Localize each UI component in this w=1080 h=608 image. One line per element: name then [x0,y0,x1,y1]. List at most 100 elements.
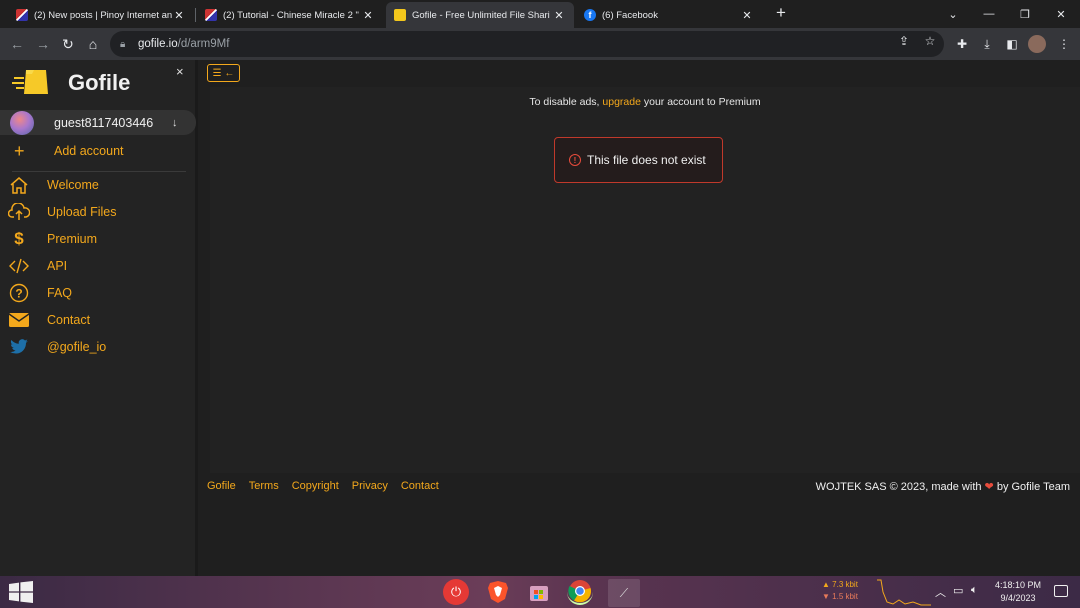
volume-icon[interactable]: 🔈︎ [971,584,978,597]
power-app-icon[interactable]: ⏻ [443,579,469,605]
chevron-up-icon[interactable]: ︿ [935,584,946,600]
sidebar-item-upload-files[interactable]: Upload Files [0,201,196,223]
sidebar-item-label: Upload Files [47,205,117,219]
footer-link-gofile[interactable]: Gofile [207,480,236,492]
clock-time: 4:18:10 PM [994,580,1042,590]
net-upload: ▲ 7.3 kbit [822,580,858,589]
tab-title: Gofile - Free Unlimited File Shari [412,9,550,21]
download-icon[interactable]: ⤓ [975,32,999,56]
usb-app-icon[interactable]: ⟋ [608,579,640,607]
sidebar-item-contact[interactable]: Contact [0,309,196,331]
close-tab-icon[interactable]: ✕ [552,9,566,22]
forward-icon[interactable]: → [31,32,55,56]
tab-strip: (2) New posts | Pinoy Internet an ✕ (2) … [0,0,1080,28]
page: Gofile × guest8117403446 ↓ + Add account… [0,60,1080,576]
clock-date: 9/4/2023 [1000,593,1036,603]
brave-browser-icon[interactable] [485,579,511,605]
heart-icon: ❤ [984,481,994,493]
sidebar-item-faq[interactable]: ? FAQ [0,282,196,304]
footer: Gofile Terms Copyright Privacy Contact W… [207,480,1080,500]
sidebar-item-label: Contact [47,313,91,327]
sidebar-item-api[interactable]: API [0,255,196,277]
tab-pinoy-internet[interactable]: (2) New posts | Pinoy Internet an ✕ [8,2,194,28]
tab-chinese-miracle[interactable]: (2) Tutorial - Chinese Miracle 2 " ✕ [197,2,383,28]
extensions-icon[interactable]: ✚ [950,32,974,56]
footer-link-terms[interactable]: Terms [249,480,279,492]
back-icon[interactable]: ← [5,32,29,56]
svg-text:?: ? [15,287,22,301]
ads-notice: To disable ads, upgrade your account to … [210,96,1080,108]
account-switcher[interactable]: guest8117403446 ↓ [0,110,196,135]
lock-icon: 🔒︎ [120,39,126,50]
plus-icon: + [14,141,25,161]
sidebar: Gofile × guest8117403446 ↓ + Add account… [0,60,198,576]
reload-icon[interactable]: ↻ [56,32,80,56]
tab-divider [195,8,196,22]
twitter-icon [8,337,30,357]
url-host: gofile.io [138,38,178,50]
sidebar-item-label: FAQ [47,286,73,300]
chrome-icon[interactable] [567,579,593,605]
sidebar-item-welcome[interactable]: Welcome [0,174,196,196]
sidebar-item-label: Premium [47,232,98,246]
home-icon[interactable]: ⌂ [81,32,105,56]
toggle-sidebar-button[interactable]: ☰ ← [207,64,240,82]
browser-toolbar: ← → ↻ ⌂ 🔒︎ gofile.io/d/arm9Mf ⇪ ☆ ✚ ⤓ ◧ … [0,28,1080,60]
network-graph [877,579,931,606]
close-window-icon[interactable]: ✕ [1043,0,1079,28]
menu-icon[interactable]: ⋮ [1052,32,1076,56]
upgrade-link[interactable]: upgrade [602,96,641,108]
footer-link-contact[interactable]: Contact [401,480,439,492]
ads-suffix: your account to Premium [640,96,761,108]
sidebar-item-label: API [47,259,68,273]
brand-name: Gofile [68,70,131,95]
close-tab-icon[interactable]: ✕ [172,9,186,22]
avatar [10,110,34,135]
cloud-upload-icon [8,202,30,222]
tab-facebook[interactable]: f (6) Facebook ✕ [576,2,762,28]
new-tab-button[interactable]: + [772,4,790,22]
notification-icon[interactable] [1054,585,1068,597]
envelope-icon [8,310,30,330]
shield-icon [16,9,28,21]
bookmark-star-icon[interactable]: ☆ [918,29,942,53]
net-download: ▼ 1.5 kbit [822,592,858,601]
tab-search-icon[interactable]: ⌄ [935,0,971,28]
minimize-icon[interactable]: — [971,0,1007,28]
network-icon[interactable]: ▭ [953,584,963,597]
gofile-logo-icon [12,70,48,94]
restore-icon[interactable]: ❐ [1007,0,1043,28]
windows-start-icon[interactable] [8,581,34,603]
side-panel-icon[interactable]: ◧ [1000,32,1024,56]
facebook-icon: f [584,9,596,21]
main-content: To disable ads, upgrade your account to … [210,87,1080,473]
tab-title: (6) Facebook [602,9,658,21]
system-clock[interactable]: 4:18:10 PM 9/4/2023 [988,579,1048,605]
share-icon[interactable]: ⇪ [892,29,916,53]
sidebar-item-label: Welcome [47,178,99,192]
add-account-label: Add account [54,144,124,158]
sidebar-item-twitter[interactable]: @gofile_io [0,336,196,358]
footer-links: Gofile Terms Copyright Privacy Contact [207,480,452,492]
footer-link-copyright[interactable]: Copyright [292,480,339,492]
address-bar[interactable]: 🔒︎ gofile.io/d/arm9Mf [110,31,944,57]
close-tab-icon[interactable]: ✕ [740,9,754,22]
tab-gofile[interactable]: Gofile - Free Unlimited File Shari ✕ [386,2,574,28]
tab-title: (2) New posts | Pinoy Internet an [34,9,172,21]
sidebar-item-label: @gofile_io [47,340,107,354]
close-sidebar-icon[interactable]: × [176,64,184,79]
sidebar-item-premium[interactable]: $ Premium [0,228,196,250]
close-tab-icon[interactable]: ✕ [361,9,375,22]
gofile-icon [394,9,406,21]
network-speed: ▲ 7.3 kbit ▼ 1.5 kbit [822,579,858,603]
profile-avatar[interactable] [1028,35,1046,53]
arrow-down-icon: ↓ [172,116,178,129]
store-icon[interactable] [526,579,552,605]
dollar-icon: $ [14,229,24,248]
credit-suffix: by Gofile Team [993,481,1070,493]
alert-icon: ! [569,154,581,166]
add-account-button[interactable]: + Add account [0,140,196,162]
footer-link-privacy[interactable]: Privacy [352,480,388,492]
alert-message: This file does not exist [587,153,706,167]
error-alert: ! This file does not exist [554,137,723,183]
